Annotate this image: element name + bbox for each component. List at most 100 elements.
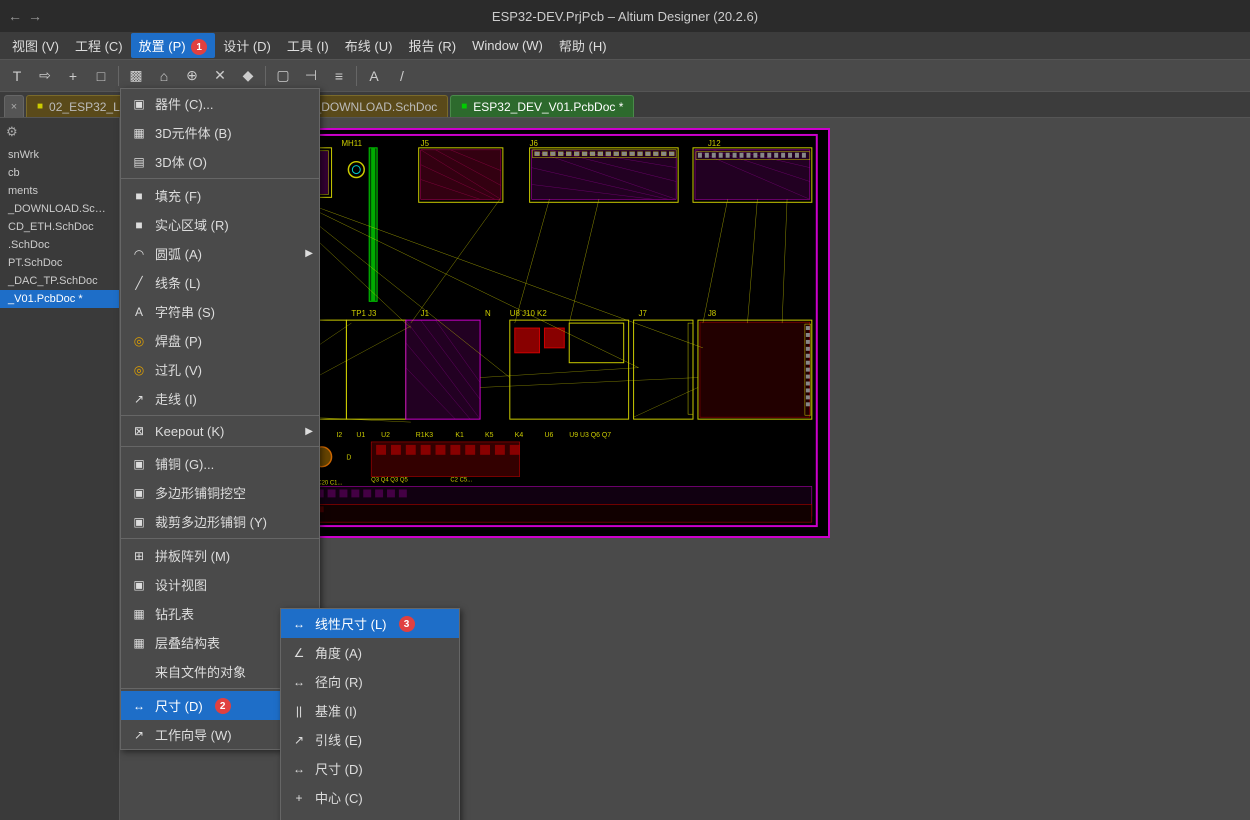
menu-report[interactable]: 报告 (R) (400, 33, 464, 58)
svg-text:MH11: MH11 (341, 139, 362, 148)
panel-folder-ments[interactable]: ments (0, 182, 119, 200)
toolbar-sep-2 (265, 66, 266, 86)
linear-dim-badge: 3 (399, 615, 415, 633)
toolbar-btn-key[interactable]: ◆ (235, 64, 261, 88)
svg-text:K1: K1 (455, 432, 464, 439)
leader-icon: ↗ (291, 732, 307, 748)
menu-item-string[interactable]: A 字符串 (S) (121, 297, 319, 326)
3dbody-icon: ▦ (131, 125, 147, 141)
toolbar-btn-a[interactable]: A (361, 64, 387, 88)
menu-item-3d[interactable]: ▤ 3D体 (O) (121, 147, 319, 176)
toolbar-btn-plus[interactable]: + (60, 64, 86, 88)
angle-icon: ∠ (291, 645, 307, 661)
layer-stack-icon: ▦ (131, 635, 147, 651)
dim-item-linear[interactable]: ↔ 线性尺寸 (L) 3 (281, 609, 459, 638)
angle-label: 角度 (A) (315, 643, 362, 662)
toolbar-btn-grid[interactable]: ⌂ (151, 64, 177, 88)
work-guide-label: 工作向导 (W) (155, 725, 232, 744)
menu-design[interactable]: 设计 (D) (215, 33, 279, 58)
menu-item-line[interactable]: ╱ 线条 (L) (121, 268, 319, 297)
app-title: ESP32-DEV.PrjPcb – Altium Designer (20.2… (492, 9, 758, 24)
menu-item-via[interactable]: ◎ 过孔 (V) (121, 355, 319, 384)
menu-item-pad[interactable]: ◎ 焊盘 (P) (121, 326, 319, 355)
menu-tools[interactable]: 工具 (I) (279, 33, 337, 58)
forward-button[interactable]: → (28, 8, 42, 24)
menu-item-copper[interactable]: ▣ 铺铜 (G)... (121, 449, 319, 478)
3d-icon: ▤ (131, 154, 147, 170)
menu-item-arc[interactable]: ◠ 圆弧 (A) ▶ (121, 239, 319, 268)
svg-text:J7: J7 (639, 309, 647, 318)
fill-icon: ■ (131, 188, 147, 204)
work-guide-icon: ↗ (131, 727, 147, 743)
design-view-label: 设计视图 (155, 575, 207, 594)
dim-item-angle[interactable]: ∠ 角度 (A) (281, 638, 459, 667)
menu-item-solid[interactable]: ■ 实心区域 (R) (121, 210, 319, 239)
toolbar-btn-measure[interactable]: ✕ (207, 64, 233, 88)
copper-icon: ▣ (131, 456, 147, 472)
menu-window[interactable]: Window (W) (464, 35, 551, 56)
menu-help[interactable]: 帮助 (H) (551, 33, 615, 58)
tab-pcb[interactable]: ■ ESP32_DEV_V01.PcbDoc * (450, 95, 634, 117)
arc-icon: ◠ (131, 246, 147, 262)
dim-item-radial[interactable]: ↔ 径向 (R) (281, 667, 459, 696)
menu-item-3dbody[interactable]: ▦ 3D元件体 (B) (121, 118, 319, 147)
toolbar-btn-arrow[interactable]: ⇨ (32, 64, 58, 88)
line-label: 线条 (L) (155, 273, 201, 292)
drill-table-label: 钻孔表 (155, 604, 194, 623)
via-icon: ◎ (131, 362, 147, 378)
panel-file-pt[interactable]: PT.SchDoc (0, 254, 119, 272)
toolbar-btn-box2[interactable]: ▢ (270, 64, 296, 88)
dim-item-d[interactable]: ↔ 尺寸 (D) (281, 754, 459, 783)
menu-item-keepout[interactable]: ⊠ Keepout (K) ▶ (121, 418, 319, 444)
dim-item-baseline[interactable]: ⊢ 基线 (B) (281, 812, 459, 820)
dim-item-leader[interactable]: ↗ 引线 (E) (281, 725, 459, 754)
panel-file-pcb[interactable]: _V01.PcbDoc * (0, 290, 119, 308)
pad-label: 焊盘 (P) (155, 331, 202, 350)
svg-text:C2 C5...: C2 C5... (450, 478, 472, 484)
toolbar-btn-lines[interactable]: ≡ (326, 64, 352, 88)
menu-item-component[interactable]: ▣ 器件 (C)... (121, 89, 319, 118)
toolbar-btn-left[interactable]: ⊣ (298, 64, 324, 88)
linear-dim-icon: ↔ (291, 616, 307, 632)
keepout-label: Keepout (K) (155, 424, 224, 439)
panel-file-download[interactable]: _DOWNLOAD.SchDoc (0, 200, 119, 218)
dim-item-datum[interactable]: || 基准 (I) (281, 696, 459, 725)
dim-item-center[interactable]: + 中心 (C) (281, 783, 459, 812)
menu-item-poly-cutout[interactable]: ▣ 多边形铺铜挖空 (121, 478, 319, 507)
toolbar-btn-rect[interactable]: □ (88, 64, 114, 88)
menu-item-array[interactable]: ⊞ 拼板阵列 (M) (121, 541, 319, 570)
project-name-1: snWrk (0, 146, 119, 164)
left-panel: ⚙ snWrk cb ments _DOWNLOAD.SchDoc CD_ETH… (0, 118, 120, 820)
dim-d-icon: ↔ (291, 761, 307, 777)
menu-view[interactable]: 视图 (V) (4, 33, 67, 58)
datum-label: 基准 (I) (315, 701, 357, 720)
gear-icon[interactable]: ⚙ (6, 124, 18, 139)
menu-item-route[interactable]: ↗ 走线 (I) (121, 384, 319, 413)
svg-text:U8 J10 K2: U8 J10 K2 (510, 309, 547, 318)
arc-arrow: ▶ (305, 248, 313, 259)
menu-route[interactable]: 布线 (U) (337, 33, 401, 58)
radial-label: 径向 (R) (315, 672, 363, 691)
toolbar-btn-chart[interactable]: ▩ (123, 64, 149, 88)
back-button[interactable]: ← (8, 8, 22, 24)
menu-place[interactable]: 放置 (P) 1 (131, 33, 216, 59)
menu-item-trim-poly[interactable]: ▣ 裁剪多边形铺铜 (Y) (121, 507, 319, 536)
menu-item-fill[interactable]: ■ 填充 (F) (121, 181, 319, 210)
panel-file-dac[interactable]: _DAC_TP.SchDoc (0, 272, 119, 290)
dimension-label: 尺寸 (D) (155, 696, 203, 715)
dimension-badge: 2 (215, 697, 231, 715)
string-label: 字符串 (S) (155, 302, 215, 321)
toolbar-btn-connect[interactable]: ⊕ (179, 64, 205, 88)
toolbar-btn-slash[interactable]: / (389, 64, 415, 88)
line-icon: ╱ (131, 275, 147, 291)
menu-project[interactable]: 工程 (C) (67, 33, 131, 58)
panel-file-lcd[interactable]: CD_ETH.SchDoc (0, 218, 119, 236)
menu-item-design-view[interactable]: ▣ 设计视图 (121, 570, 319, 599)
toolbar-btn-text[interactable]: T (4, 64, 30, 88)
svg-text:N: N (485, 309, 491, 318)
array-icon: ⊞ (131, 548, 147, 564)
toolbar-sep-1 (118, 66, 119, 86)
route-label: 走线 (I) (155, 389, 197, 408)
panel-file-sch[interactable]: .SchDoc (0, 236, 119, 254)
tab-close-btn[interactable]: × (4, 95, 24, 117)
